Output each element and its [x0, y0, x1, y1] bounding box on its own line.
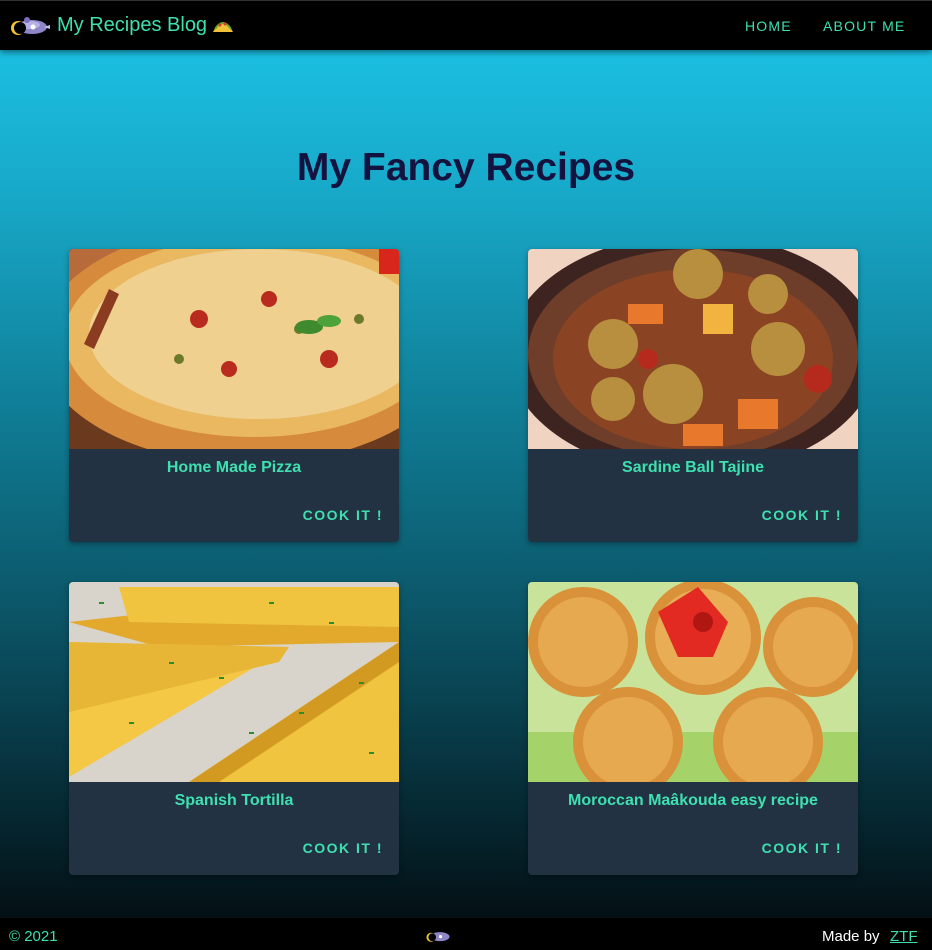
- recipe-title: Home Made Pizza: [166, 459, 302, 476]
- page-title: My Fancy Recipes: [296, 146, 636, 189]
- cook-it-button[interactable]: COOK IT !: [303, 507, 383, 523]
- recipe-card-pizza[interactable]: Home Made Pizza COOK IT !: [69, 249, 399, 542]
- recipe-card-tortilla[interactable]: Spanish Tortilla COOK IT !: [69, 582, 399, 875]
- pizza-image: [69, 249, 399, 449]
- tortilla-image: [69, 582, 399, 782]
- rocket-logo-icon[interactable]: [8, 12, 50, 40]
- copyright-text: © 2021: [9, 928, 58, 945]
- footer: © 2021 Made by ZTF: [0, 918, 932, 950]
- cook-it-button[interactable]: COOK IT !: [303, 840, 383, 856]
- cook-it-button[interactable]: COOK IT !: [762, 507, 842, 523]
- brand-title[interactable]: My Recipes Blog: [57, 14, 207, 37]
- author-link[interactable]: ZTF: [890, 928, 918, 945]
- top-navbar: My Recipes Blog HOME ABOUT ME: [0, 0, 932, 50]
- recipe-card-tajine[interactable]: Sardine Ball Tajine COOK IT !: [528, 249, 858, 542]
- made-by-label: Made by: [822, 928, 880, 945]
- recipe-title: Spanish Tortilla: [174, 792, 294, 809]
- tajine-image: [528, 249, 858, 449]
- recipe-title: Moroccan Maâkouda easy recipe: [568, 792, 818, 809]
- cook-it-button[interactable]: COOK IT !: [762, 840, 842, 856]
- nav-home-link[interactable]: HOME: [745, 18, 792, 34]
- recipe-card-maakouda[interactable]: Moroccan Maâkouda easy recipe COOK IT !: [528, 582, 858, 875]
- recipe-title: Sardine Ball Tajine: [622, 459, 764, 476]
- taco-icon: [213, 22, 233, 32]
- maakouda-image: [528, 582, 858, 782]
- rocket-logo-icon: [426, 932, 450, 942]
- nav-about-link[interactable]: ABOUT ME: [823, 18, 905, 34]
